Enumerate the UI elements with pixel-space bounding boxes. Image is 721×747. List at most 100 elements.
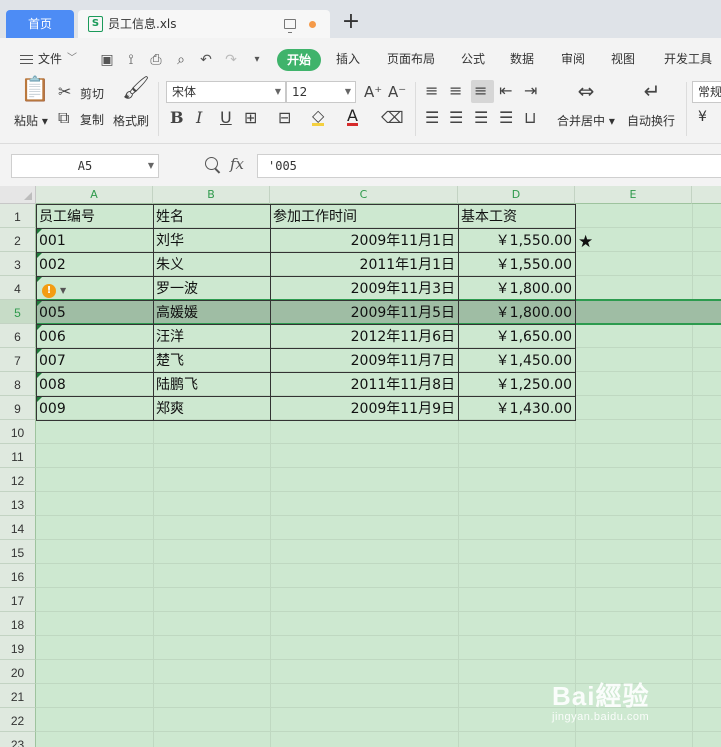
monitor-icon[interactable] xyxy=(284,19,296,33)
cell-d5[interactable]: ￥1,800.00 xyxy=(459,300,574,324)
cell-c7[interactable]: 2009年11月7日 xyxy=(271,348,457,372)
align-top-icon[interactable]: ≡ xyxy=(425,82,438,100)
row-header-9[interactable]: 9 xyxy=(0,396,36,420)
copy-button[interactable]: 复制 xyxy=(80,111,104,128)
wrap-text-button[interactable]: 自动换行 xyxy=(627,112,675,129)
number-format-select[interactable]: 常规 xyxy=(692,81,721,103)
cell-a9[interactable]: 009 xyxy=(37,396,152,420)
cell-a8[interactable]: 008 xyxy=(37,372,152,396)
row-header-20[interactable]: 20 xyxy=(0,660,36,684)
cell-b2[interactable]: 刘华 xyxy=(154,228,269,252)
cell-c3[interactable]: 2011年1月1日 xyxy=(271,252,457,276)
cell-c4[interactable]: 2009年11月3日 xyxy=(271,276,457,300)
column-header-b[interactable]: B xyxy=(153,186,270,204)
format-painter-icon[interactable]: 🖌 xyxy=(122,78,150,100)
redo-icon[interactable]: ↷ xyxy=(222,52,240,68)
cell-b3[interactable]: 朱义 xyxy=(154,252,269,276)
column-header-a[interactable]: A xyxy=(36,186,153,204)
format-painter-button[interactable]: 格式刷 xyxy=(113,112,149,129)
align-right-icon[interactable]: ☰ xyxy=(474,109,488,127)
menu-insert[interactable]: 插入 xyxy=(336,38,360,74)
italic-icon[interactable]: I xyxy=(196,109,202,127)
row-header-22[interactable]: 22 xyxy=(0,708,36,732)
zoom-search-icon[interactable] xyxy=(205,157,218,170)
row-header-17[interactable]: 17 xyxy=(0,588,36,612)
cell-d8[interactable]: ￥1,250.00 xyxy=(459,372,574,396)
row-header-6[interactable]: 6 xyxy=(0,324,36,348)
paste-icon[interactable]: 📋 xyxy=(20,77,50,101)
row-header-8[interactable]: 8 xyxy=(0,372,36,396)
justify-icon[interactable]: ☰ xyxy=(499,109,513,127)
row-header-21[interactable]: 21 xyxy=(0,684,36,708)
cell-d9[interactable]: ￥1,430.00 xyxy=(459,396,574,420)
cell-d1[interactable]: 基本工资 xyxy=(459,204,574,228)
hamburger-menu-icon[interactable] xyxy=(20,55,33,64)
currency-format-button[interactable]: ¥ xyxy=(698,109,707,125)
clear-format-icon[interactable]: ⌫ xyxy=(381,109,404,127)
scissors-icon[interactable]: ✂ xyxy=(58,83,71,101)
paste-button[interactable]: 粘贴 ▾ xyxy=(14,112,48,129)
align-middle-icon[interactable]: ≡ xyxy=(449,82,462,100)
tab-file[interactable]: S 员工信息.xls xyxy=(78,10,330,38)
align-left-icon[interactable]: ☰ xyxy=(425,109,439,127)
cell-c2[interactable]: 2009年11月1日 xyxy=(271,228,457,252)
menu-data[interactable]: 数据 xyxy=(510,38,534,74)
bold-icon[interactable]: B xyxy=(170,109,184,127)
font-name-select[interactable]: 宋体 ▼ xyxy=(166,81,286,103)
cell-b9[interactable]: 郑爽 xyxy=(154,396,269,420)
row-header-14[interactable]: 14 xyxy=(0,516,36,540)
border-icon[interactable]: ⊞ xyxy=(244,109,257,127)
cell-b7[interactable]: 楚飞 xyxy=(154,348,269,372)
increase-indent-icon[interactable]: ⇥ xyxy=(524,82,537,100)
print-preview-icon[interactable]: ⌕ xyxy=(172,52,190,68)
cell-b8[interactable]: 陆鹏飞 xyxy=(154,372,269,396)
name-box[interactable]: A5 ▼ xyxy=(11,154,159,178)
cell-a2[interactable]: 001 xyxy=(37,228,152,252)
customize-toolbar-icon[interactable]: ▾ xyxy=(248,52,266,68)
menu-start[interactable]: 开始 xyxy=(277,49,321,71)
menu-page-layout[interactable]: 页面布局 xyxy=(387,38,435,74)
column-header-f[interactable] xyxy=(692,186,721,204)
menu-view[interactable]: 视图 xyxy=(611,38,635,74)
cell-b6[interactable]: 汪洋 xyxy=(154,324,269,348)
cell-a6[interactable]: 006 xyxy=(37,324,152,348)
cell-b1[interactable]: 姓名 xyxy=(154,204,269,228)
fill-color-icon[interactable]: ◇ xyxy=(312,108,325,126)
cell-a5[interactable]: 005 xyxy=(37,300,152,324)
align-bottom-icon[interactable]: ≡ xyxy=(474,82,487,100)
wrap-text-icon[interactable]: ↵ xyxy=(639,81,665,101)
row-header-7[interactable]: 7 xyxy=(0,348,36,372)
cell-b5[interactable]: 高媛媛 xyxy=(154,300,269,324)
font-color-icon[interactable]: A xyxy=(347,108,358,126)
merge-center-icon[interactable]: ⇔ xyxy=(573,81,599,101)
underline-icon[interactable]: U xyxy=(220,109,232,127)
cell-a3[interactable]: 002 xyxy=(37,252,152,276)
menu-formulas[interactable]: 公式 xyxy=(461,38,485,74)
decrease-font-icon[interactable]: A⁻ xyxy=(388,83,406,101)
row-header-23[interactable]: 23 xyxy=(0,732,36,747)
cell-d4[interactable]: ￥1,800.00 xyxy=(459,276,574,300)
row-header-15[interactable]: 15 xyxy=(0,540,36,564)
tab-home[interactable]: 首页 xyxy=(6,10,74,38)
select-all-corner[interactable] xyxy=(0,186,36,204)
cell-c6[interactable]: 2012年11月6日 xyxy=(271,324,457,348)
format-paint-icon[interactable]: ⟟ xyxy=(122,52,140,68)
row-header-1[interactable]: 1 xyxy=(0,204,36,228)
column-header-c[interactable]: C xyxy=(270,186,458,204)
align-center-icon[interactable]: ☰ xyxy=(449,109,463,127)
merge-center-button[interactable]: 合并居中 ▾ xyxy=(557,112,615,129)
row-header-3[interactable]: 3 xyxy=(0,252,36,276)
fx-icon[interactable]: fx xyxy=(230,155,244,173)
menu-review[interactable]: 审阅 xyxy=(561,38,585,74)
row-header-13[interactable]: 13 xyxy=(0,492,36,516)
cell-a7[interactable]: 007 xyxy=(37,348,152,372)
cell-c1[interactable]: 参加工作时间 xyxy=(271,204,457,228)
distributed-align-icon[interactable]: ⊔ xyxy=(524,109,536,127)
cell-d6[interactable]: ￥1,650.00 xyxy=(459,324,574,348)
cell-d2[interactable]: ￥1,550.00 xyxy=(459,228,574,252)
cell-d7[interactable]: ￥1,450.00 xyxy=(459,348,574,372)
cell-a1[interactable]: 员工编号 xyxy=(37,204,152,228)
row-header-16[interactable]: 16 xyxy=(0,564,36,588)
row-header-18[interactable]: 18 xyxy=(0,612,36,636)
row-header-5[interactable]: 5 xyxy=(0,300,36,324)
